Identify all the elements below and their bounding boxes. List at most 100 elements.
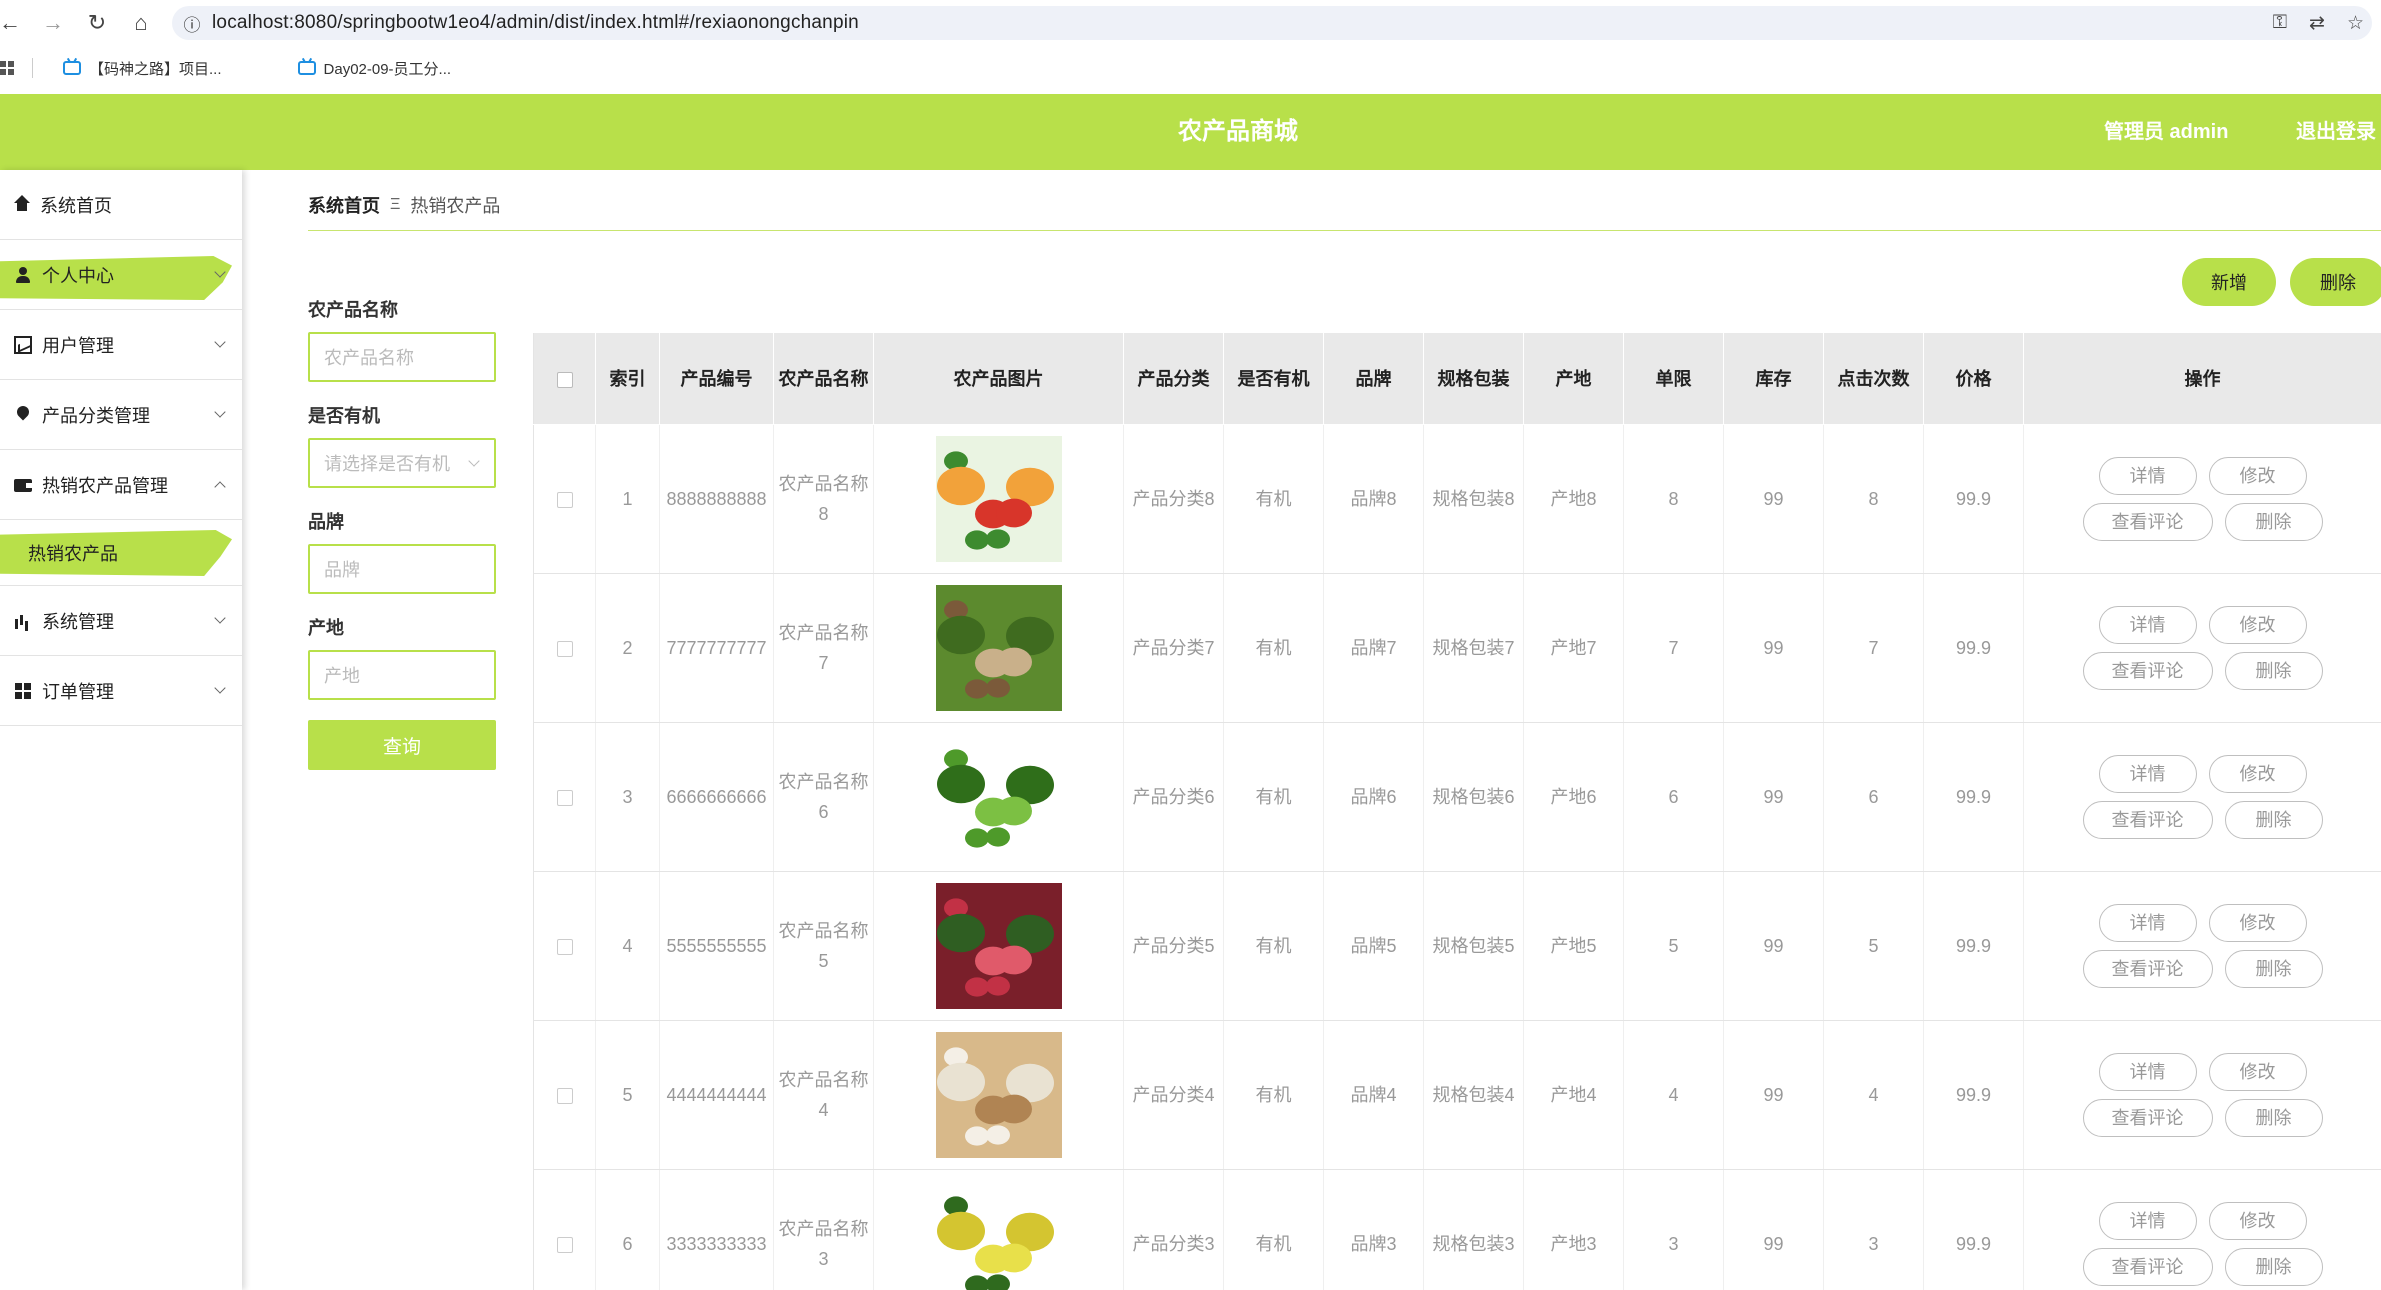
bar-chart-icon — [14, 612, 32, 630]
row-select-cell[interactable] — [533, 1169, 596, 1290]
select-all-cell[interactable] — [533, 332, 596, 425]
detail-button[interactable]: 详情 — [2098, 755, 2197, 793]
location-pin-icon — [14, 406, 32, 424]
query-button[interactable]: 查询 — [308, 720, 496, 770]
sidebar-item-categories[interactable]: 产品分类管理 — [0, 380, 242, 450]
bookmark-item[interactable]: Day02-09-员工分... — [297, 58, 451, 79]
row-checkbox[interactable] — [556, 790, 573, 807]
brand-filter-input[interactable]: 品牌 — [308, 544, 496, 594]
cell-actions: 详情 修改 查看评论 删除 — [2023, 1169, 2381, 1290]
row-checkbox[interactable] — [556, 939, 573, 956]
cell-product-image — [873, 573, 1124, 723]
row-checkbox[interactable] — [556, 1237, 573, 1254]
column-header: 农产品图片 — [873, 332, 1124, 425]
sidebar-item-system[interactable]: 系统管理 — [0, 586, 242, 656]
detail-button[interactable]: 详情 — [2098, 1053, 2197, 1091]
view-comments-button[interactable]: 查看评论 — [2082, 652, 2213, 690]
translate-icon[interactable]: ⇄ — [2309, 12, 2325, 35]
cell-product-image — [873, 722, 1124, 872]
view-comments-button[interactable]: 查看评论 — [2082, 503, 2213, 541]
cell-organic: 有机 — [1223, 1169, 1324, 1290]
organic-select[interactable]: 请选择是否有机 — [308, 438, 496, 488]
bookmark-star-icon[interactable]: ☆ — [2347, 12, 2364, 35]
row-actions: 详情 修改 查看评论 删除 — [2028, 457, 2377, 541]
cell-clicks: 6 — [1823, 722, 1924, 872]
row-delete-button[interactable]: 删除 — [2224, 1099, 2323, 1137]
row-checkbox[interactable] — [556, 1088, 573, 1105]
site-info-icon[interactable]: ⓘ — [172, 11, 212, 36]
detail-button[interactable]: 详情 — [2098, 1202, 2197, 1240]
cell-origin: 产地3 — [1523, 1169, 1624, 1290]
name-filter-input[interactable]: 农产品名称 — [308, 332, 496, 382]
view-comments-button[interactable]: 查看评论 — [2082, 950, 2213, 988]
view-comments-button[interactable]: 查看评论 — [2082, 1099, 2213, 1137]
cell-product-code: 4444444444 — [659, 1020, 774, 1170]
chevron-down-icon — [214, 406, 226, 418]
column-header: 是否有机 — [1223, 332, 1324, 425]
reload-icon[interactable]: ↻ — [82, 0, 112, 46]
row-select-cell[interactable] — [533, 573, 596, 723]
row-delete-button[interactable]: 删除 — [2224, 652, 2323, 690]
row-delete-button[interactable]: 删除 — [2224, 950, 2323, 988]
detail-button[interactable]: 详情 — [2098, 457, 2197, 495]
forward-icon[interactable]: → — [38, 0, 68, 46]
url-text[interactable]: localhost:8080/springbootw1eo4/admin/dis… — [212, 12, 859, 34]
cell-actions: 详情 修改 查看评论 删除 — [2023, 573, 2381, 723]
edit-button[interactable]: 修改 — [2208, 755, 2307, 793]
row-checkbox[interactable] — [556, 641, 573, 658]
edit-button[interactable]: 修改 — [2208, 904, 2307, 942]
home-icon[interactable]: ⌂ — [126, 0, 156, 46]
bookmarks-bar: 【码神之路】项目... Day02-09-员工分... — [0, 50, 2381, 86]
row-delete-button[interactable]: 删除 — [2224, 801, 2323, 839]
select-all-checkbox[interactable] — [556, 371, 573, 388]
password-key-icon[interactable]: ⚿ — [2273, 12, 2287, 34]
batch-delete-button[interactable]: 删除 — [2290, 258, 2381, 306]
row-select-cell[interactable] — [533, 1020, 596, 1170]
row-select-cell[interactable] — [533, 722, 596, 872]
address-bar[interactable]: ⓘ localhost:8080/springbootw1eo4/admin/d… — [172, 6, 2372, 40]
sidebar-item-users[interactable]: 用户管理 — [0, 310, 242, 380]
sidebar-item-hot-products[interactable]: 热销农产品管理 — [0, 450, 242, 520]
row-actions: 详情 修改 查看评论 删除 — [2028, 606, 2377, 690]
detail-button[interactable]: 详情 — [2098, 606, 2197, 644]
organic-select-placeholder: 请选择是否有机 — [324, 454, 450, 474]
product-image — [935, 883, 1062, 1009]
row-select-cell[interactable] — [533, 424, 596, 574]
name-filter-label: 农产品名称 — [308, 300, 398, 320]
detail-button[interactable]: 详情 — [2098, 904, 2197, 942]
cell-actions: 详情 修改 查看评论 删除 — [2023, 1020, 2381, 1170]
cell-origin: 产地5 — [1523, 871, 1624, 1021]
row-checkbox[interactable] — [556, 492, 573, 509]
sidebar-item-orders[interactable]: 订单管理 — [0, 656, 242, 726]
edit-button[interactable]: 修改 — [2208, 457, 2307, 495]
brand-filter-placeholder: 品牌 — [324, 560, 360, 580]
product-image — [935, 436, 1062, 562]
back-icon[interactable]: ← — [0, 0, 21, 46]
row-actions: 详情 修改 查看评论 删除 — [2028, 904, 2377, 988]
logout-link[interactable]: 退出登录 — [2296, 94, 2376, 170]
user-icon — [14, 266, 32, 284]
sidebar-item-profile[interactable]: 个人中心 — [0, 240, 242, 310]
edit-button[interactable]: 修改 — [2208, 606, 2307, 644]
view-comments-button[interactable]: 查看评论 — [2082, 801, 2213, 839]
cell-organic: 有机 — [1223, 871, 1324, 1021]
origin-filter-input[interactable]: 产地 — [308, 650, 496, 700]
apps-grid-icon[interactable] — [0, 61, 14, 75]
edit-button[interactable]: 修改 — [2208, 1202, 2307, 1240]
column-header: 价格 — [1923, 332, 2024, 425]
sidebar-item-label: 订单管理 — [42, 681, 114, 702]
row-delete-button[interactable]: 删除 — [2224, 503, 2323, 541]
add-button[interactable]: 新增 — [2182, 258, 2276, 306]
organic-filter-label: 是否有机 — [308, 406, 380, 426]
breadcrumb-home[interactable]: 系统首页 — [308, 192, 380, 218]
table-row: 4 5555555555 农产品名称5 产品分类5 有机 品牌5 规格包装5 产… — [533, 871, 2381, 1021]
row-delete-button[interactable]: 删除 — [2224, 1248, 2323, 1286]
product-photo — [935, 585, 1062, 711]
row-select-cell[interactable] — [533, 871, 596, 1021]
view-comments-button[interactable]: 查看评论 — [2082, 1248, 2213, 1286]
bookmark-item[interactable]: 【码神之路】项目... — [63, 58, 222, 79]
sidebar-item-home[interactable]: 系统首页 — [0, 170, 242, 240]
origin-filter-placeholder: 产地 — [324, 666, 360, 686]
submenu-item-hot-products[interactable]: 热销农产品 — [0, 520, 242, 586]
edit-button[interactable]: 修改 — [2208, 1053, 2307, 1091]
